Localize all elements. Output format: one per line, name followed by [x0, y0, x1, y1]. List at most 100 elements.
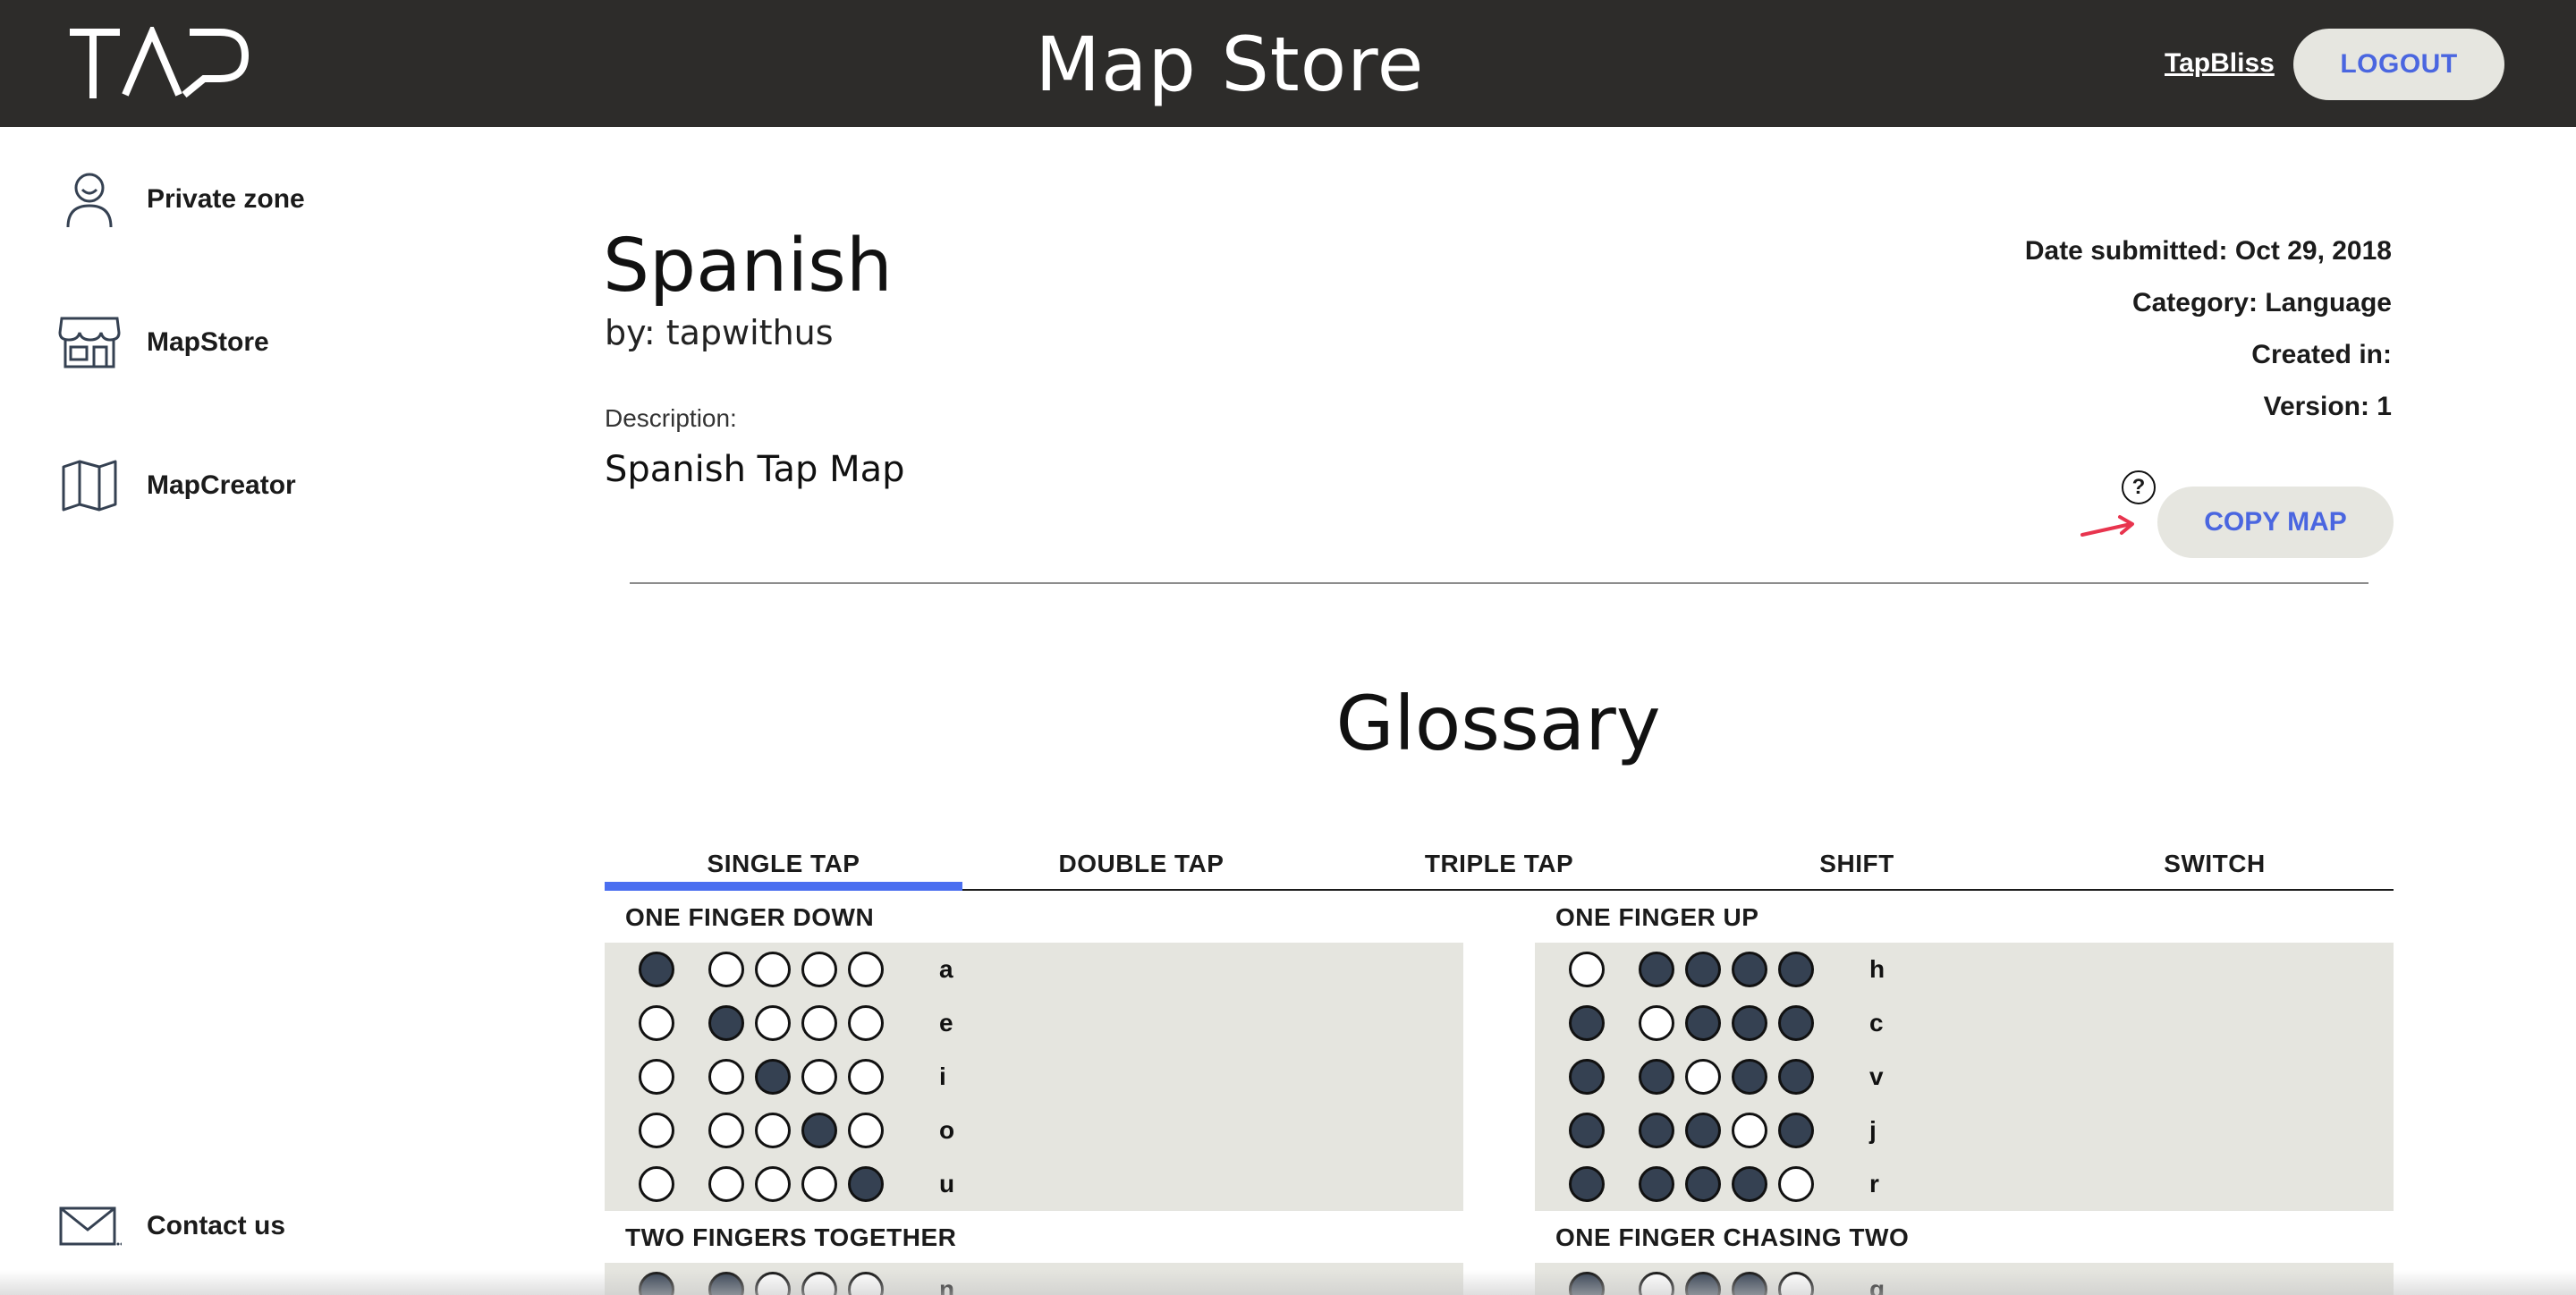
finger-tap-dot — [801, 1113, 837, 1148]
date-submitted: Date submitted: Oct 29, 2018 — [2024, 236, 2392, 266]
finger-tap-dot — [1685, 952, 1721, 987]
finger-tap-dot — [639, 952, 674, 987]
logout-button[interactable]: LOGOUT — [2293, 29, 2504, 100]
gesture-row: h — [1535, 943, 2394, 996]
gesture-row: a — [605, 943, 1463, 996]
finger-idle-dot — [848, 1005, 884, 1041]
finger-tap-dot — [1639, 1059, 1674, 1095]
sidebar-item-mapcreator[interactable]: MapCreator — [55, 454, 296, 517]
gesture-letter: o — [939, 1116, 955, 1144]
gesture-letter: a — [939, 955, 953, 983]
finger-tap-dot — [1569, 1166, 1605, 1202]
finger-idle-dot — [1778, 1166, 1814, 1202]
finger-tap-dot — [1685, 1166, 1721, 1202]
finger-idle-dot — [1685, 1059, 1721, 1095]
finger-idle-dot — [848, 1113, 884, 1148]
finger-tap-dot — [1639, 952, 1674, 987]
gesture-letter: i — [939, 1062, 946, 1090]
gesture-panel-one-finger-up: hcvjr — [1535, 943, 2394, 1211]
finger-idle-dot — [639, 1005, 674, 1041]
tab-double-tap[interactable]: DOUBLE TAP — [962, 844, 1320, 889]
user-profile-link[interactable]: TapBliss — [2165, 48, 2275, 79]
finger-idle-dot — [708, 1166, 744, 1202]
finger-tap-dot — [1732, 1059, 1767, 1095]
finger-tap-dot — [1639, 1166, 1674, 1202]
sidebar-item-label: Contact us — [147, 1211, 286, 1240]
finger-idle-dot — [801, 1166, 837, 1202]
map-title: Spanish — [603, 224, 893, 309]
finger-tap-dot — [1778, 1059, 1814, 1095]
arrow-right-icon — [2080, 515, 2134, 537]
glossary-title: Glossary — [1335, 680, 1661, 767]
finger-tap-dot — [1778, 1113, 1814, 1148]
gesture-letter: c — [1869, 1009, 1884, 1037]
sidebar-item-label: MapCreator — [147, 470, 296, 500]
finger-idle-dot — [1639, 1005, 1674, 1041]
tab-triple-tap[interactable]: TRIPLE TAP — [1320, 844, 1678, 889]
gesture-row: e — [605, 996, 1463, 1050]
group-title: ONE FINGER CHASING TWO — [1555, 1223, 1910, 1251]
description-label: Description: — [605, 404, 737, 432]
gesture-row: i — [605, 1050, 1463, 1104]
group-title: ONE FINGER DOWN — [625, 903, 875, 931]
finger-idle-dot — [708, 1059, 744, 1095]
page-title: Map Store — [1035, 21, 1425, 108]
finger-tap-dot — [1569, 1113, 1605, 1148]
gesture-row: o — [605, 1104, 1463, 1157]
group-title: TWO FINGERS TOGETHER — [625, 1223, 957, 1251]
description-text: Spanish Tap Map — [605, 449, 905, 490]
finger-idle-dot — [755, 1113, 791, 1148]
sidebar-item-mapstore[interactable]: MapStore — [55, 311, 269, 374]
finger-idle-dot — [848, 1059, 884, 1095]
finger-tap-dot — [1569, 1005, 1605, 1041]
map-icon — [55, 454, 123, 517]
help-icon[interactable]: ? — [2122, 470, 2156, 504]
finger-idle-dot — [801, 1005, 837, 1041]
gesture-row: j — [1535, 1104, 2394, 1157]
finger-idle-dot — [708, 1113, 744, 1148]
scroll-fade — [0, 1270, 2576, 1295]
map-author: by: tapwithus — [605, 313, 834, 352]
finger-tap-dot — [755, 1059, 791, 1095]
finger-idle-dot — [848, 952, 884, 987]
finger-idle-dot — [639, 1059, 674, 1095]
finger-tap-dot — [1732, 1166, 1767, 1202]
sidebar-item-label: MapStore — [147, 327, 269, 357]
finger-idle-dot — [801, 952, 837, 987]
gesture-letter: e — [939, 1009, 953, 1037]
gesture-row: r — [1535, 1157, 2394, 1211]
finger-tap-dot — [1778, 1005, 1814, 1041]
gesture-letter: u — [939, 1170, 955, 1198]
finger-tap-dot — [1732, 952, 1767, 987]
copy-map-button[interactable]: COPY MAP — [2157, 487, 2394, 558]
sidebar-item-label: Private zone — [147, 184, 305, 214]
created-in: Created in: — [2251, 340, 2392, 369]
gesture-letter: v — [1869, 1062, 1884, 1090]
finger-tap-dot — [1639, 1113, 1674, 1148]
finger-idle-dot — [801, 1059, 837, 1095]
finger-idle-dot — [1569, 952, 1605, 987]
finger-tap-dot — [1685, 1113, 1721, 1148]
finger-idle-dot — [639, 1166, 674, 1202]
gesture-letter: r — [1869, 1170, 1879, 1198]
finger-tap-dot — [1569, 1059, 1605, 1095]
gesture-row: c — [1535, 996, 2394, 1050]
finger-idle-dot — [755, 1166, 791, 1202]
finger-idle-dot — [755, 952, 791, 987]
version: Version: 1 — [2263, 392, 2392, 421]
finger-idle-dot — [755, 1005, 791, 1041]
store-icon — [55, 311, 123, 374]
sidebar-item-private-zone[interactable]: Private zone — [55, 168, 305, 231]
tab-shift[interactable]: SHIFT — [1678, 844, 2036, 889]
sidebar-item-contact-us[interactable]: Contact us — [55, 1195, 285, 1257]
category: Category: Language — [2131, 288, 2392, 317]
tab-switch[interactable]: SWITCH — [2036, 844, 2394, 889]
finger-tap-dot — [1778, 952, 1814, 987]
finger-tap-dot — [1732, 1005, 1767, 1041]
tab-single-tap[interactable]: SINGLE TAP — [605, 844, 962, 891]
finger-idle-dot — [639, 1113, 674, 1148]
group-title: ONE FINGER UP — [1555, 903, 1759, 931]
top-header: Map Store TapBliss LOGOUT — [0, 0, 2576, 127]
glossary-tabs: SINGLE TAP DOUBLE TAP TRIPLE TAP SHIFT S… — [605, 844, 2394, 891]
finger-tap-dot — [848, 1166, 884, 1202]
